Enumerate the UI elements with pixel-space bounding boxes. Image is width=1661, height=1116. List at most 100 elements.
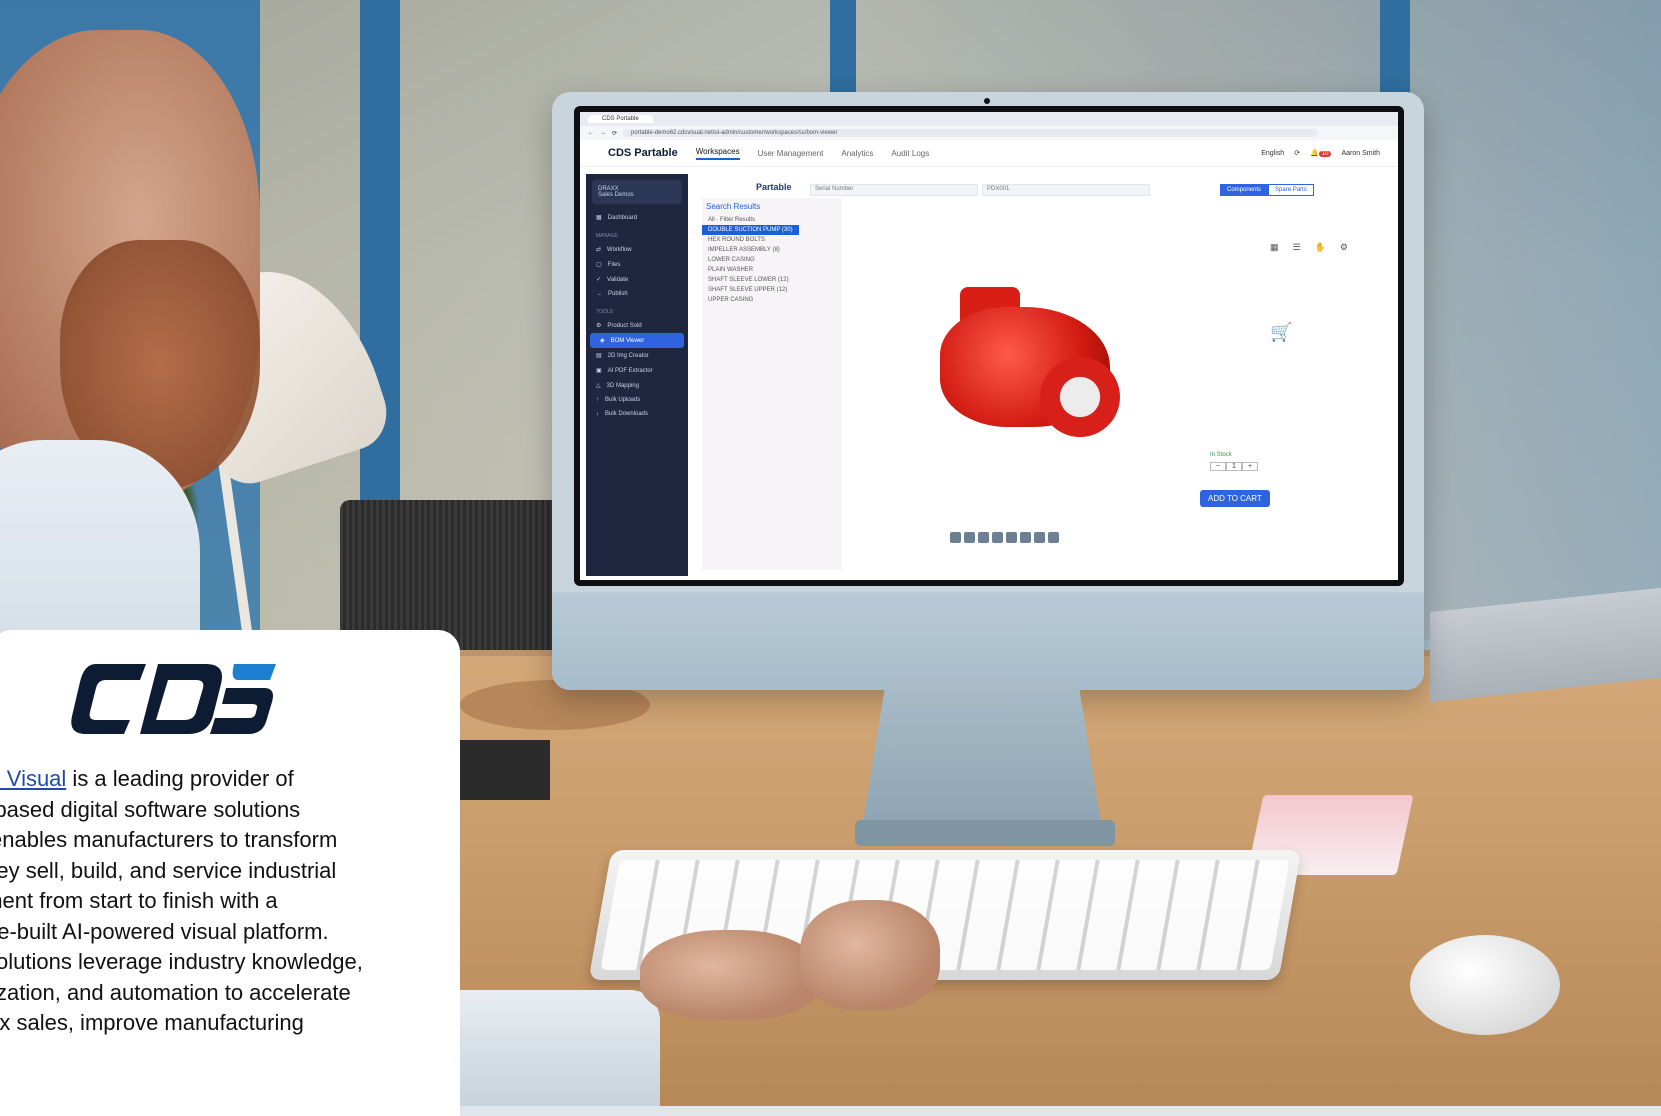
stock-status: In Stock (1210, 452, 1232, 458)
card-line: solutions leverage industry knowledge, (0, 949, 363, 974)
mouse (1410, 935, 1560, 1035)
sidebar-item-bulk-downloads[interactable]: ↓ Bulk Downloads (586, 407, 688, 421)
refresh-icon[interactable]: ⟳ (1294, 149, 1300, 157)
monitor-stand (862, 680, 1102, 830)
view-toggle: Components Spare Parts (1220, 184, 1314, 196)
qty-minus-button[interactable]: − (1210, 462, 1226, 471)
sidebar-item-bulk-uploads[interactable]: ↑ Bulk Uploads (586, 393, 688, 407)
download-icon: ↓ (596, 411, 599, 417)
image-icon: ▤ (596, 353, 602, 359)
serial-input[interactable]: PDX001 (982, 184, 1150, 196)
url-input[interactable]: portable-demo62.cdsvisual.net/ui-admin/c… (623, 129, 1318, 137)
gear-icon: ⚙ (596, 323, 602, 329)
qty-plus-button[interactable]: + (1242, 462, 1258, 471)
tree-item[interactable]: UPPER CASING (702, 295, 842, 305)
tree-item[interactable]: SHAFT SLEEVE LOWER (12) (702, 275, 842, 285)
view-cube-icon[interactable] (1020, 532, 1031, 543)
workflow-icon: ⇄ (596, 247, 602, 253)
grid-icon: ▦ (596, 215, 602, 221)
list-view-icon[interactable]: ☰ (1293, 242, 1301, 253)
right-hand (800, 900, 940, 1010)
browser-tab[interactable]: CDS Portable (588, 115, 653, 123)
partable-title: Partable (756, 182, 792, 192)
browser-url-bar: ← → ⟳ portable-demo62.cdsvisual.net/ui-a… (580, 126, 1398, 140)
user-menu[interactable]: Aaron Smith (1341, 150, 1380, 157)
sidebar-item-product-sold[interactable]: ⚙ Product Sold (586, 318, 688, 333)
card-line: pment from start to finish with a (0, 888, 278, 913)
tree-item[interactable]: HEX ROUND BOLTS (702, 235, 842, 245)
back-icon[interactable]: ← (588, 130, 594, 136)
pump-3d-model[interactable] (920, 287, 1140, 457)
hand-icon[interactable]: ✋ (1315, 242, 1326, 253)
viewer-toolbar: ▦ ☰ ✋ ⚙ (1270, 242, 1348, 253)
nav-user-management[interactable]: User Management (758, 149, 824, 158)
tree-item[interactable]: LOWER CASING (702, 255, 842, 265)
cart-icon[interactable]: 🛒 (1270, 322, 1292, 343)
sidebar-item-workflow[interactable]: ⇄ Workflow (586, 242, 688, 257)
mapping-icon: △ (596, 383, 601, 389)
section-tools[interactable]: TOOLS (586, 301, 688, 318)
add-to-cart-button[interactable]: ADD TO CART (1200, 490, 1270, 507)
cube-icon: ◈ (600, 338, 605, 344)
nav-audit-logs[interactable]: Audit Logs (891, 149, 929, 158)
nav-analytics[interactable]: Analytics (841, 149, 873, 158)
tree-item[interactable]: SHAFT SLEEVE UPPER (12) (702, 285, 842, 295)
grid-view-icon[interactable]: ▦ (1270, 242, 1279, 253)
card-line: ose-built AI-powered visual platform. (0, 918, 329, 944)
search-results-title: Search Results (706, 202, 761, 211)
view-cube-icon[interactable] (1034, 532, 1045, 543)
qty-value[interactable]: 1 (1226, 462, 1242, 471)
monitor-chin (552, 592, 1424, 690)
forward-icon[interactable]: → (600, 130, 606, 136)
card-line: al-based digital software solutions (0, 796, 301, 822)
filter-row[interactable]: All · Filter Results (702, 215, 842, 225)
card-line: is a leading provider of (66, 766, 294, 791)
imac-monitor: CDS Portable ← → ⟳ portable-demo62.cdsvi… (552, 92, 1424, 690)
quantity-stepper: − 1 + (1210, 462, 1258, 471)
view-cube-icon[interactable] (992, 532, 1003, 543)
sidebar-item-3d-mapping[interactable]: △ 3D Mapping (586, 378, 688, 393)
sidebar-item-ai-pdf[interactable]: ▣ AI PDF Extractor (586, 363, 688, 378)
left-hand (640, 930, 820, 1020)
explode-icon[interactable] (1048, 532, 1059, 543)
sidebar-item-files[interactable]: ▢ Files (586, 257, 688, 272)
tree-item[interactable]: IMPELLER ASSEMBLY (8) (702, 245, 842, 255)
app-screen: CDS Portable ← → ⟳ portable-demo62.cdsvi… (580, 112, 1398, 580)
sidebar-item-2d-img[interactable]: ▤ 2D Img Creator (586, 348, 688, 363)
section-manage[interactable]: MANAGE (586, 225, 688, 242)
cds-visual-link[interactable]: S Visual (0, 766, 66, 791)
serial-search-row: Serial Number PDX001 (810, 184, 1150, 196)
sidebar: DRAXX Sales Demos ▦ Dashboard MANAGE ⇄ Wor… (586, 174, 688, 576)
sidebar-item-validate[interactable]: ✓ Validate (586, 272, 688, 287)
workspace-switcher[interactable]: DRAXX Sales Demos (592, 180, 682, 204)
notification-badge: 10 (1318, 151, 1332, 157)
app-logo[interactable]: CDS Partable (608, 147, 678, 159)
card-line: alization, and automation to accelerate (0, 979, 351, 1005)
language-select[interactable]: English (1261, 150, 1284, 157)
toggle-spare-parts[interactable]: Spare Parts (1268, 184, 1314, 196)
camera-dot (984, 98, 990, 104)
card-line: they sell, build, and service industrial (0, 857, 337, 883)
bell-icon[interactable]: 🔔 10 (1310, 149, 1332, 157)
notebook (460, 740, 550, 800)
nav-workspaces[interactable]: Workspaces (695, 147, 740, 160)
pump-flange (1040, 357, 1120, 437)
settings-icon[interactable]: ⚙ (1340, 242, 1348, 253)
app-header: CDS Partable Workspaces User Management … (580, 140, 1398, 167)
sidebar-item-dashboard[interactable]: ▦ Dashboard (586, 210, 688, 225)
view-cube-icon[interactable] (950, 532, 961, 543)
sidebar-item-publish[interactable]: → Publish (586, 287, 688, 301)
tree-item[interactable]: DOUBLE SUCTION PUMP (30) (702, 225, 799, 235)
view-cube-icon[interactable] (1006, 532, 1017, 543)
sidebar-item-bom-viewer[interactable]: ◈ BOM Viewer (590, 333, 684, 348)
header-right: English ⟳ 🔔 10 Aaron Smith (1261, 149, 1398, 157)
reload-icon[interactable]: ⟳ (612, 130, 617, 137)
view-cube-bar (950, 532, 1059, 543)
toggle-components[interactable]: Components (1220, 184, 1269, 196)
check-icon: ✓ (596, 277, 602, 283)
home-view-icon[interactable] (978, 532, 989, 543)
view-cube-icon[interactable] (964, 532, 975, 543)
search-results-panel: Search Results All · Filter Results DOUB… (702, 198, 842, 570)
tree-item[interactable]: PLAIN WASHER (702, 265, 842, 275)
serial-type-select[interactable]: Serial Number (810, 184, 978, 196)
